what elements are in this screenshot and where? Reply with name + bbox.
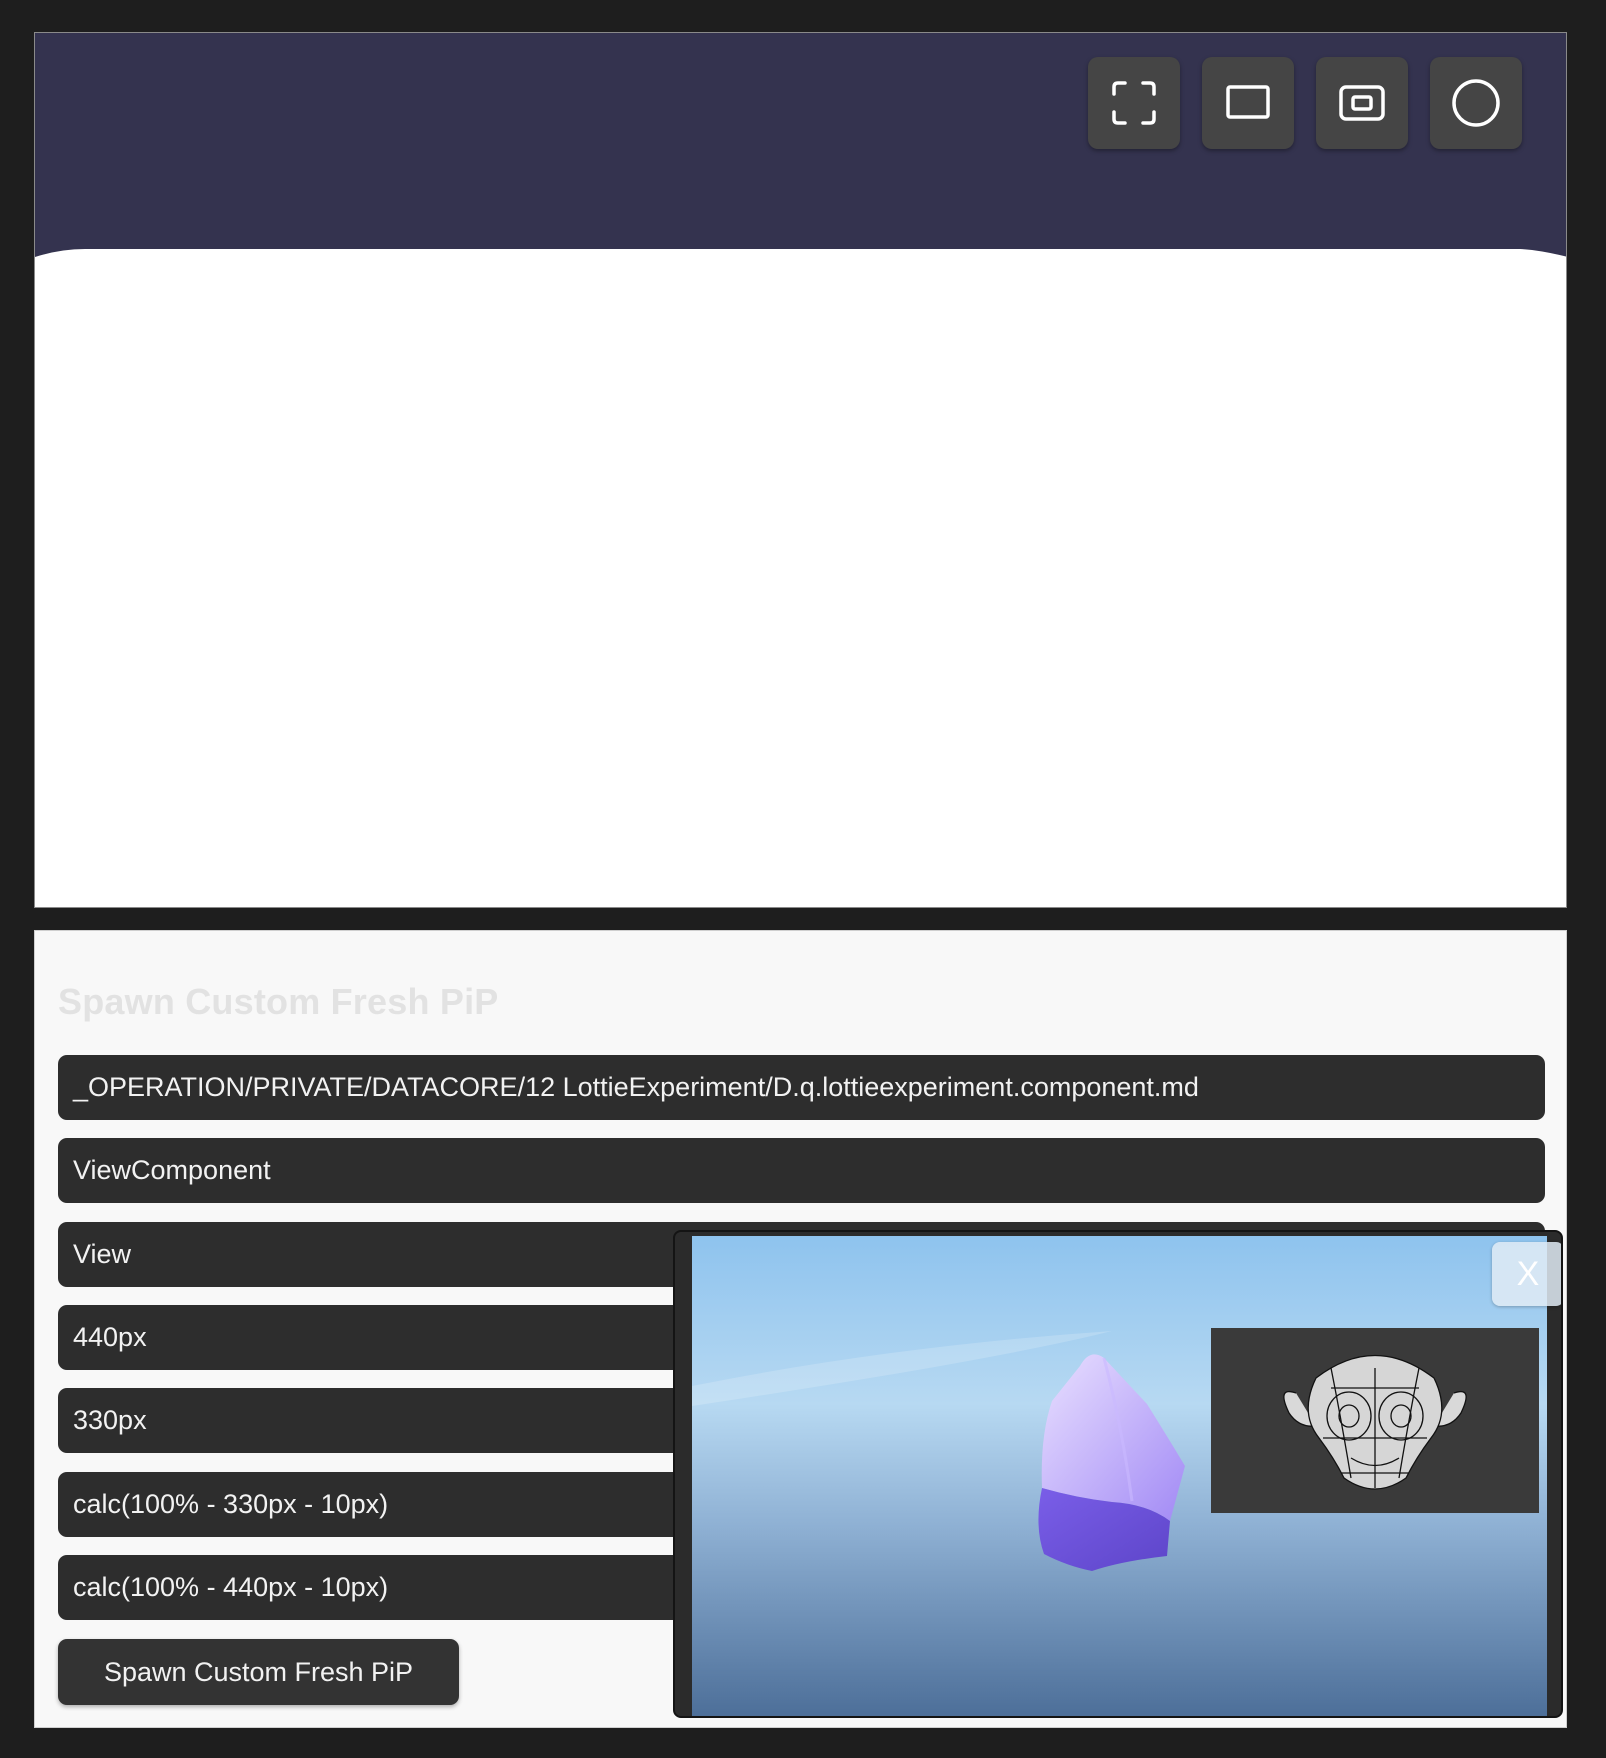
viewer-panel [34,32,1567,908]
monkey-wireframe-preview [1211,1328,1539,1513]
spawn-pip-button[interactable]: Spawn Custom Fresh PiP [58,1639,459,1705]
fullscreen-corners-icon [1112,81,1156,125]
window-button[interactable] [1202,57,1294,149]
fullscreen-button[interactable] [1088,57,1180,149]
pip-button[interactable] [1316,57,1408,149]
component-input[interactable]: ViewComponent [58,1138,1545,1203]
file-path-input[interactable]: _OPERATION/PRIVATE/DATACORE/12 LottieExp… [58,1055,1545,1120]
circle-icon [1452,79,1500,127]
monkey-wireframe-icon [1283,1354,1467,1490]
picture-in-picture-icon [1339,85,1385,121]
form-title: Spawn Custom Fresh PiP [58,981,499,1022]
pip-close-button[interactable]: X [1492,1242,1561,1306]
viewer-toolbar [1088,57,1522,149]
circle-button[interactable] [1430,57,1522,149]
rectangle-icon [1226,85,1270,119]
